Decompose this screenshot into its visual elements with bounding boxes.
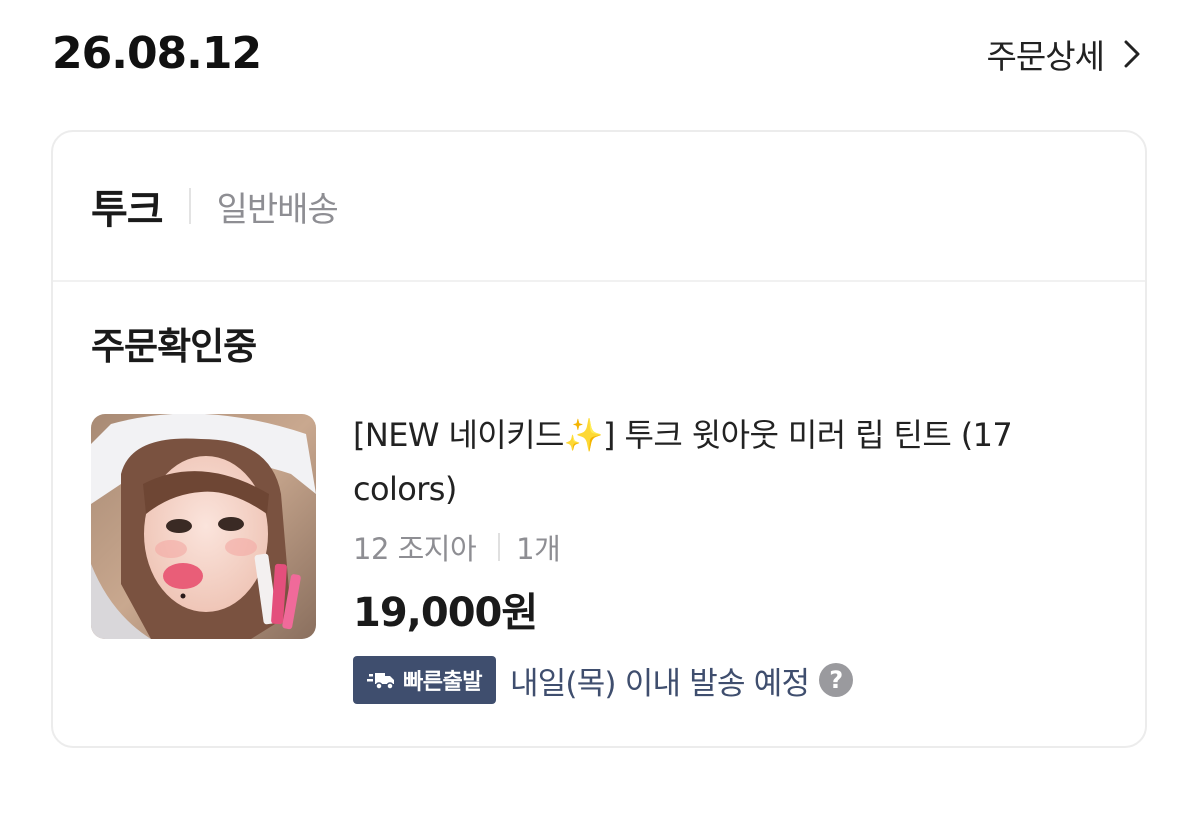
order-date: 26.08.12 <box>52 28 262 79</box>
order-status: 주문확인중 <box>91 325 257 368</box>
fast-shipping-label: 빠른출발 <box>403 670 482 695</box>
chevron-right-icon <box>1124 40 1140 68</box>
fast-shipping-badge: 빠른출발 <box>353 656 496 704</box>
order-detail-label: 주문상세 <box>986 37 1105 76</box>
product-option: 12 조지아 <box>353 532 477 566</box>
header-divider <box>188 188 191 224</box>
help-icon[interactable]: ? <box>819 663 854 697</box>
brand-name[interactable]: 투크 <box>91 177 164 235</box>
option-divider <box>498 533 501 561</box>
order-detail-link[interactable]: 주문상세 <box>987 30 1140 78</box>
product-quantity: 1개 <box>516 532 561 566</box>
product-image[interactable] <box>91 414 316 639</box>
product-info: [NEW 네이키드✨] 투크 윗아웃 미러 립 틴트 (17 colors) 1… <box>353 414 1113 704</box>
card-header: 투크 일반배송 <box>53 132 1145 282</box>
truck-icon <box>367 670 395 690</box>
order-card: 투크 일반배송 주문확인중 [NEW 네이키드✨] 투크 윗아웃 미러 립 틴트… <box>51 130 1147 748</box>
delivery-row: 빠른출발 내일(목) 이내 발송 예정 ? <box>353 656 1113 704</box>
product-name[interactable]: [NEW 네이키드✨] 투크 윗아웃 미러 립 틴트 (17 colors) <box>353 408 1113 516</box>
delivery-estimate: 내일(목) 이내 발송 예정 <box>509 665 810 702</box>
shipping-type: 일반배송 <box>216 189 339 230</box>
product-price: 19,000원 <box>353 590 538 636</box>
product-option-row: 12 조지아 1개 <box>353 526 1113 568</box>
